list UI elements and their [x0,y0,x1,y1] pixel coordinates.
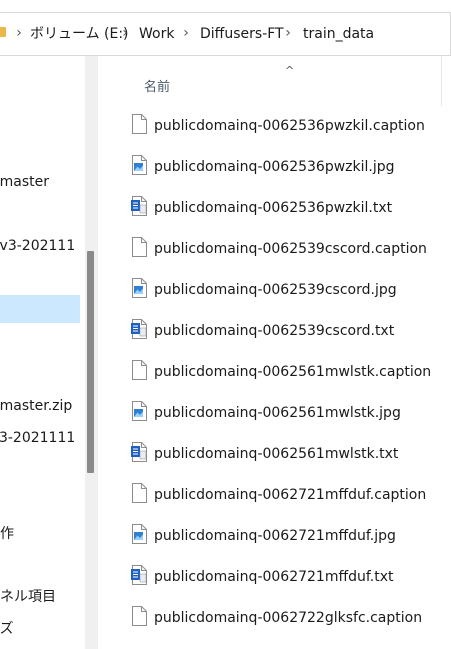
image-file-icon [131,524,147,544]
nav-scroll-thumb[interactable] [87,251,94,473]
address-bar[interactable]: › ボリューム (E:) › Work › Diffusers-FT › tra… [0,12,451,56]
list-scrollbar[interactable] [441,56,451,106]
nav-item[interactable]: 操作 [0,522,80,546]
file-row[interactable]: publicdomainq-0062539cscord.txt [102,311,442,351]
generic-file-icon [131,360,147,380]
nav-item[interactable]: イズ [0,617,80,641]
file-name: publicdomainq-0062561mwlstk.txt [154,446,399,462]
breadcrumb-volume[interactable]: ボリューム (E:) [30,13,129,55]
breadcrumb-train-data[interactable]: train_data [303,13,374,55]
file-row[interactable]: publicdomainq-0062539cscord.jpg [102,270,442,310]
image-file-icon [131,278,147,298]
file-name: publicdomainq-0062721mffduf.jpg [154,528,396,544]
image-file-icon [131,155,147,175]
column-header-name[interactable]: 名前 [144,76,170,95]
file-row[interactable]: publicdomainq-0062561mwlstk.caption [102,352,442,392]
file-name: publicdomainq-0062561mwlstk.caption [154,364,432,380]
file-row[interactable]: publicdomainq-0062721mffduf.txt [102,557,442,597]
file-name: publicdomainq-0062721mffduf.txt [154,569,394,585]
chevron-right-icon[interactable]: › [120,13,130,55]
file-row[interactable]: publicdomainq-0062539cscord.caption [102,229,442,269]
file-name: publicdomainq-0062536pwzkil.caption [154,118,425,134]
file-row[interactable]: publicdomainq-0062561mwlstk.jpg [102,393,442,433]
breadcrumb-work[interactable]: Work [139,13,174,55]
nav-item[interactable]: u-v3-202111 [0,234,80,258]
file-name: publicdomainq-0062721mffduf.caption [154,487,427,503]
nav-item[interactable]: a-master [0,170,80,194]
generic-file-icon [131,114,147,134]
image-file-icon [131,401,147,421]
chevron-right-icon[interactable]: › [14,13,24,55]
file-row[interactable]: publicdomainq-0062536pwzkil.txt [102,188,442,228]
text-file-icon [131,442,147,462]
file-name: publicdomainq-0062536pwzkil.txt [154,200,393,216]
generic-file-icon [131,483,147,503]
file-row[interactable]: publicdomainq-0062721mffduf.caption [102,475,442,515]
nav-item[interactable]: u [0,202,80,226]
file-row[interactable]: publicdomainq-0062536pwzkil.jpg [102,147,442,187]
generic-file-icon [131,606,147,626]
file-name: publicdomainq-0062722glksfc.caption [154,610,423,626]
file-list[interactable]: ^ 名前 publicdomainq-0062536pwzkil.caption… [102,56,451,649]
file-row[interactable]: publicdomainq-0062722glksfc.caption [102,598,442,638]
file-row[interactable]: publicdomainq-0062721mffduf.jpg [102,516,442,556]
nav-selected-item[interactable] [0,295,80,323]
folder-icon [0,27,6,37]
breadcrumb-diffusers-ft[interactable]: Diffusers-FT [200,13,284,55]
nav-item[interactable]: パネル項目 [0,585,80,609]
nav-item[interactable]: a-master.zip [0,394,80,418]
file-name: publicdomainq-0062539cscord.caption [154,241,427,257]
file-name: publicdomainq-0062539cscord.txt [154,323,395,339]
generic-file-icon [131,237,147,257]
file-name: publicdomainq-0062539cscord.jpg [154,282,397,298]
text-file-icon [131,196,147,216]
navigation-pane[interactable]: a-master u u-v3-202111 a-master.zip -v3-… [0,56,98,649]
file-row[interactable]: publicdomainq-0062561mwlstk.txt [102,434,442,474]
chevron-right-icon[interactable]: › [283,13,293,55]
sort-ascending-icon: ^ [285,64,295,77]
file-name: publicdomainq-0062536pwzkil.jpg [154,159,395,175]
chevron-right-icon[interactable]: › [181,13,191,55]
text-file-icon [131,319,147,339]
file-name: publicdomainq-0062561mwlstk.jpg [154,405,401,421]
text-file-icon [131,565,147,585]
file-row[interactable]: publicdomainq-0062536pwzkil.caption [102,106,442,146]
nav-item[interactable]: -v3-2021111 [0,426,80,450]
